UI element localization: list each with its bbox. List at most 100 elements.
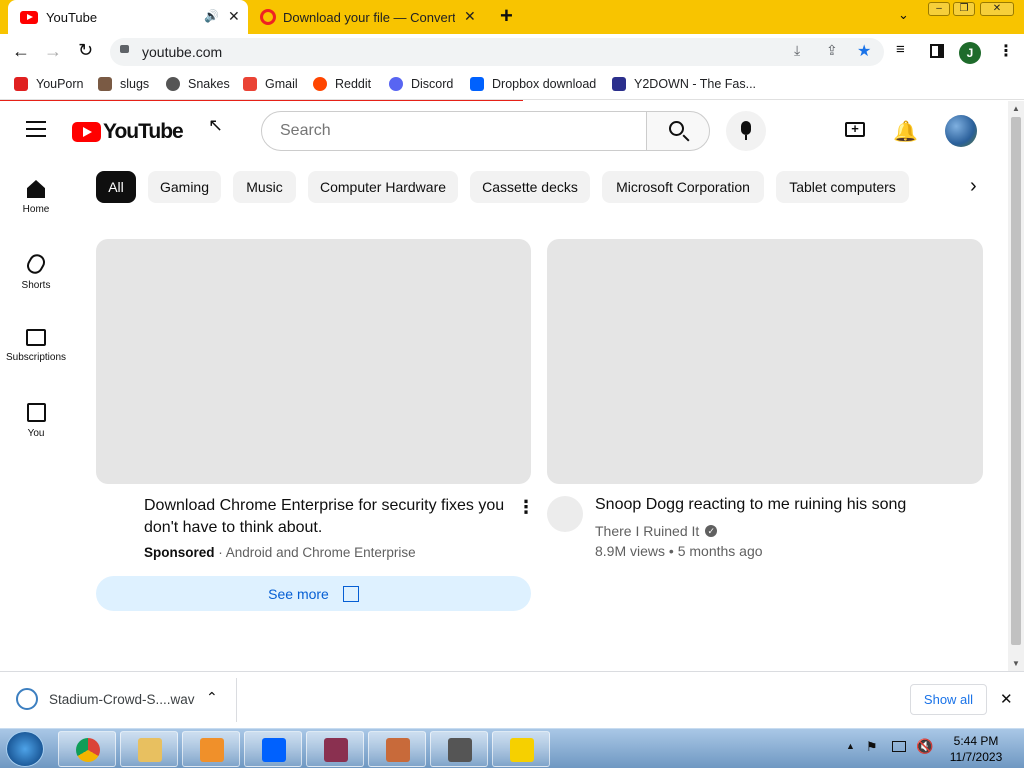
- speaker-icon[interactable]: 🔊: [204, 9, 219, 23]
- new-tab-button[interactable]: +: [500, 3, 513, 29]
- extensions-icon[interactable]: ≡: [896, 41, 905, 58]
- tab-convertio[interactable]: Download your file — Convertio ✕: [250, 0, 488, 34]
- slugs-icon: [98, 77, 112, 91]
- address-bar[interactable]: youtube.com ⤓ ⇪ ★: [110, 38, 884, 66]
- youtube-logo[interactable]: YouTube: [72, 120, 184, 144]
- chip-gaming[interactable]: Gaming: [148, 171, 221, 203]
- show-hidden-icons[interactable]: ▲: [846, 741, 855, 751]
- bookmark-item[interactable]: Snakes: [166, 70, 230, 98]
- lock-icon: [120, 45, 129, 53]
- scroll-up-icon[interactable]: ▲: [1012, 104, 1020, 113]
- install-icon[interactable]: ⤓: [794, 42, 800, 59]
- youtube-icon: [20, 10, 38, 24]
- bookmark-item[interactable]: Dropbox download: [470, 70, 596, 98]
- divider: [236, 678, 237, 722]
- url-text[interactable]: youtube.com: [142, 44, 222, 60]
- taskbar-explorer[interactable]: [120, 731, 178, 767]
- show-all-button[interactable]: Show all: [910, 684, 987, 715]
- ad-title[interactable]: Download Chrome Enterprise for security …: [144, 495, 510, 539]
- account-avatar[interactable]: [945, 115, 977, 147]
- ad-thumbnail[interactable]: [96, 239, 531, 484]
- bookmark-item[interactable]: Gmail: [243, 70, 298, 98]
- windows-taskbar: ▲ ⚑ 🔇 5:44 PM 11/7/2023: [0, 728, 1024, 768]
- bookmark-item[interactable]: Reddit: [313, 70, 371, 98]
- tab-strip: YouTube 🔊 ✕ Download your file — Convert…: [0, 0, 1024, 34]
- tab-title: Download your file — Convertio: [283, 9, 455, 25]
- reload-icon[interactable]: ↻: [78, 40, 93, 61]
- bookmark-item[interactable]: Discord: [389, 70, 453, 98]
- bookmark-star-icon[interactable]: ★: [857, 41, 871, 61]
- chip-music[interactable]: Music: [233, 171, 296, 203]
- taskbar-dropbox[interactable]: [244, 731, 302, 767]
- side-panel-icon[interactable]: [930, 44, 944, 58]
- tab-youtube[interactable]: YouTube 🔊 ✕: [8, 0, 248, 34]
- close-window-button[interactable]: ✕: [980, 2, 1014, 16]
- scrollbar-thumb[interactable]: [1011, 117, 1021, 645]
- y2down-icon: [612, 77, 626, 91]
- channel-avatar[interactable]: [547, 496, 583, 532]
- volume-muted-icon[interactable]: 🔇: [916, 738, 933, 755]
- nav-home[interactable]: Home: [0, 180, 72, 215]
- search-input[interactable]: [278, 121, 618, 141]
- taskbar-notes[interactable]: [492, 731, 550, 767]
- search-button[interactable]: [646, 111, 710, 151]
- taskbar-chrome[interactable]: [58, 731, 116, 767]
- system-clock[interactable]: 5:44 PM 11/7/2023: [940, 733, 1012, 765]
- nav-you[interactable]: You: [0, 403, 72, 439]
- chrome-icon: [76, 738, 100, 762]
- flag-icon[interactable]: ⚑: [866, 739, 878, 755]
- chip-all[interactable]: All: [96, 171, 136, 203]
- video-thumbnail[interactable]: [547, 239, 983, 484]
- close-tab-icon[interactable]: ✕: [464, 8, 476, 25]
- notes-icon: [510, 738, 534, 762]
- forward-icon[interactable]: →: [44, 41, 62, 62]
- network-icon[interactable]: [892, 741, 906, 752]
- bookmark-item[interactable]: YouPorn: [14, 70, 84, 98]
- page-scrollbar[interactable]: ▲ ▼: [1008, 101, 1024, 671]
- home-icon: [27, 180, 45, 198]
- bookmark-item[interactable]: Y2DOWN - The Fas...: [612, 70, 756, 98]
- taskbar-tool[interactable]: [430, 731, 488, 767]
- download-filename[interactable]: Stadium-Crowd-S....wav: [49, 692, 195, 707]
- explorer-icon: [138, 738, 162, 762]
- create-video-icon[interactable]: +: [845, 122, 865, 137]
- profile-avatar[interactable]: J: [959, 42, 981, 64]
- back-icon[interactable]: ←: [12, 41, 30, 62]
- share-icon[interactable]: ⇪: [826, 42, 838, 59]
- see-more-button[interactable]: See more: [96, 576, 531, 611]
- voice-search-button[interactable]: [726, 111, 766, 151]
- nav-subscriptions[interactable]: Subscriptions: [0, 329, 72, 363]
- chevron-right-icon[interactable]: ›: [970, 175, 977, 198]
- taskbar-winrar[interactable]: [306, 731, 364, 767]
- minimize-button[interactable]: –: [928, 2, 950, 16]
- chip-computer-hardware[interactable]: Computer Hardware: [308, 171, 458, 203]
- chip-cassette-decks[interactable]: Cassette decks: [470, 171, 590, 203]
- menu-icon[interactable]: ⋮: [998, 41, 1014, 61]
- hamburger-menu-icon[interactable]: [26, 121, 46, 137]
- chevron-up-icon[interactable]: ⌃: [206, 689, 218, 706]
- dropbox-icon: [470, 77, 484, 91]
- taskbar-media-player[interactable]: [182, 731, 240, 767]
- bookmark-item[interactable]: slugs: [98, 70, 149, 98]
- chip-microsoft-corporation[interactable]: Microsoft Corporation: [602, 171, 764, 203]
- clock-date: 11/7/2023: [949, 750, 1003, 764]
- video-title[interactable]: Snoop Dogg reacting to me ruining his so…: [595, 496, 975, 514]
- notifications-bell-icon[interactable]: 🔔: [893, 119, 918, 144]
- you-icon: [26, 403, 46, 422]
- start-button-icon[interactable]: [6, 731, 44, 767]
- taskbar-app[interactable]: [368, 731, 426, 767]
- close-downloads-icon[interactable]: ✕: [1000, 690, 1013, 708]
- firefox-like-icon: [386, 738, 410, 762]
- search-box[interactable]: [261, 111, 647, 151]
- close-tab-icon[interactable]: ✕: [228, 8, 240, 25]
- chip-tablet-computers[interactable]: Tablet computers: [776, 171, 909, 203]
- microphone-icon: [741, 121, 751, 135]
- tab-search-icon[interactable]: ⌄: [898, 7, 909, 23]
- nav-shorts[interactable]: Shorts: [0, 251, 72, 291]
- more-options-icon[interactable]: ⋮: [517, 497, 535, 518]
- tool-icon: [448, 738, 472, 762]
- channel-name[interactable]: There I Ruined It ✓: [595, 523, 718, 539]
- video-meta: 8.9M views • 5 months ago: [595, 543, 763, 559]
- scroll-down-icon[interactable]: ▼: [1012, 659, 1020, 668]
- maximize-button[interactable]: ❐: [953, 2, 975, 16]
